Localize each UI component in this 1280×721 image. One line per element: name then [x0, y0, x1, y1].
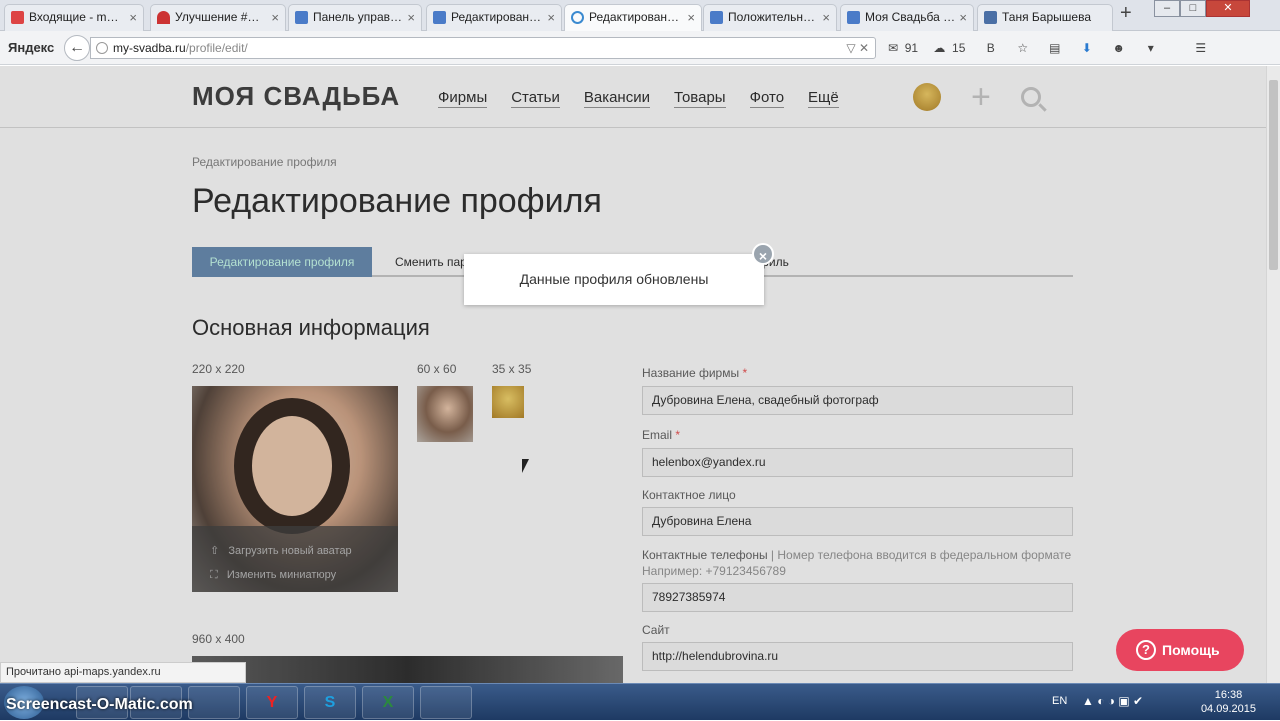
- taskbar-skype[interactable]: S: [304, 686, 356, 719]
- browser-tab-positive[interactable]: Положительн… ×: [703, 4, 837, 31]
- close-tab-icon[interactable]: ×: [959, 5, 967, 30]
- help-label: Помощь: [1162, 642, 1220, 658]
- site-icon: [847, 11, 860, 24]
- yandex-logo[interactable]: Яндекс: [8, 40, 54, 55]
- url-path: /profile/edit/: [185, 41, 248, 55]
- maximize-button[interactable]: □: [1180, 0, 1206, 17]
- windows-taskbar: Y S X Screencast-O-Matic.com EN ▲ ◐ ◑ ▣ …: [0, 683, 1280, 720]
- taskbar-yandex[interactable]: Y: [246, 686, 298, 719]
- taskbar-explorer[interactable]: [188, 686, 240, 719]
- loading-icon: [571, 11, 584, 24]
- taskbar-screencast[interactable]: [420, 686, 472, 719]
- mail-icon[interactable]: ✉ 91: [888, 38, 921, 58]
- page-scrollbar[interactable]: [1266, 66, 1280, 683]
- tab-label: Редактирован…: [589, 10, 680, 24]
- clock[interactable]: 16:38 04.09.2015: [1201, 688, 1256, 716]
- language-indicator[interactable]: EN: [1052, 695, 1067, 707]
- screencast-watermark: Screencast-O-Matic.com: [6, 696, 193, 713]
- download-icon[interactable]: ⬇: [1077, 38, 1097, 58]
- url-tools[interactable]: ▽ ✕: [846, 38, 869, 58]
- taskbar-excel[interactable]: X: [362, 686, 414, 719]
- url-host: my-svadba.ru: [113, 41, 186, 55]
- cloud-count: 15: [952, 41, 966, 55]
- page-viewport: МОЯ СВАДЬБА Фирмы Статьи Вакансии Товары…: [0, 66, 1266, 683]
- browser-tab-improvement[interactable]: Улучшение #… ×: [150, 4, 286, 31]
- chat-icon[interactable]: ☻: [1109, 38, 1129, 58]
- minimize-button[interactable]: –: [1154, 0, 1180, 17]
- close-tab-icon[interactable]: ×: [271, 5, 279, 30]
- close-tab-icon[interactable]: ×: [547, 5, 555, 30]
- menu-icon[interactable]: ☰: [1191, 38, 1211, 58]
- scrollbar-thumb[interactable]: [1269, 80, 1278, 270]
- browser-nav-bar: Яндекс ← my-svadba.ru/profile/edit/ ▽ ✕ …: [0, 31, 1280, 65]
- toast-close-button[interactable]: ×: [752, 243, 774, 265]
- tab-label: Входящие - m…: [29, 10, 119, 24]
- system-tray: EN ▲ ◐ ◑ ▣ ✔ 16:38 04.09.2015: [1052, 684, 1280, 721]
- window-controls: – □ ✕: [1154, 0, 1250, 17]
- success-toast: Данные профиля обновлены: [464, 254, 764, 305]
- back-button[interactable]: ←: [64, 35, 90, 61]
- tab-label: Улучшение #…: [175, 10, 260, 24]
- toolbar-icons: ✉ 91 ☁ 15 B ☆ ▤ ⬇ ☻ ▾ ☰: [888, 38, 1211, 58]
- tab-label: Таня Барышева: [1002, 10, 1091, 24]
- status-bar: Прочитано api-maps.yandex.ru: [0, 662, 246, 683]
- browser-tab-edit-active[interactable]: Редактирован… ×: [564, 4, 702, 31]
- cloud-icon[interactable]: ☁ 15: [933, 38, 968, 58]
- vk-icon: [984, 11, 997, 24]
- browser-tab-panel[interactable]: Панель управ… ×: [288, 4, 422, 31]
- browser-tab-edit-1[interactable]: Редактирован… ×: [426, 4, 562, 31]
- modal-backdrop[interactable]: [0, 66, 1266, 683]
- mouse-cursor-icon: [522, 459, 529, 473]
- dropdown-icon[interactable]: ▾: [1141, 38, 1161, 58]
- site-icon: [710, 11, 723, 24]
- help-button[interactable]: ? Помощь: [1116, 629, 1244, 671]
- clock-date: 04.09.2015: [1200, 703, 1256, 715]
- address-bar[interactable]: my-svadba.ru/profile/edit/ ▽ ✕: [90, 37, 876, 59]
- new-tab-button[interactable]: +: [1120, 2, 1132, 25]
- tab-label: Панель управ…: [313, 10, 403, 24]
- site-icon: [433, 11, 446, 24]
- close-window-button[interactable]: ✕: [1206, 0, 1250, 17]
- tab-label: Редактирован…: [451, 10, 542, 24]
- browser-tab-my-wedding[interactable]: Моя Свадьба … ×: [840, 4, 974, 31]
- close-tab-icon[interactable]: ×: [407, 5, 415, 30]
- gmail-icon: [11, 11, 24, 24]
- mail-count: 91: [904, 41, 919, 55]
- site-icon: [295, 11, 308, 24]
- bookmark-b-icon[interactable]: B: [981, 38, 1001, 58]
- close-tab-icon[interactable]: ×: [822, 5, 830, 30]
- browser-tab-bar: Входящие - m… × Улучшение #… × Панель уп…: [0, 0, 1280, 31]
- tray-icons[interactable]: ▲ ◐ ◑ ▣ ✔: [1082, 694, 1143, 708]
- reader-icon[interactable]: ▤: [1045, 38, 1065, 58]
- tab-label: Моя Свадьба …: [865, 10, 956, 24]
- tab-label: Положительн…: [728, 10, 815, 24]
- close-tab-icon[interactable]: ×: [129, 5, 137, 30]
- close-tab-icon[interactable]: ×: [687, 5, 695, 30]
- magnet-icon: [157, 11, 170, 24]
- star-icon[interactable]: ☆: [1013, 38, 1033, 58]
- browser-tab-vk[interactable]: Таня Барышева: [977, 4, 1113, 31]
- globe-icon: [96, 42, 108, 54]
- clock-time: 16:38: [1214, 689, 1243, 701]
- question-icon: ?: [1136, 640, 1156, 660]
- browser-tab-gmail[interactable]: Входящие - m… ×: [4, 4, 144, 31]
